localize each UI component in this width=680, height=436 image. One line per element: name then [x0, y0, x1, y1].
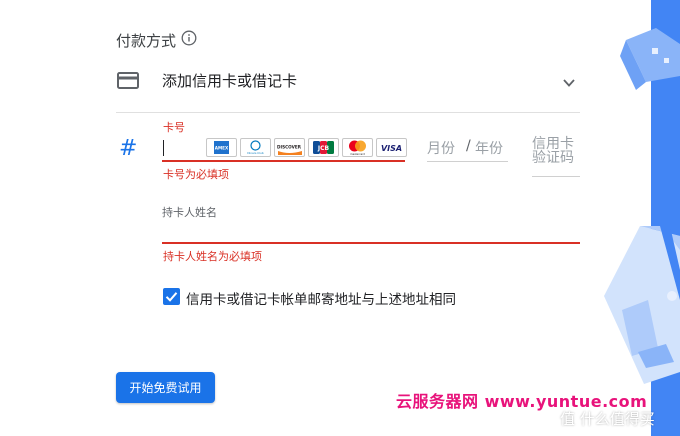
text-caret [163, 140, 164, 156]
cvc-input[interactable]: 信用卡验证码 [532, 137, 582, 165]
payment-method-title: 付款方式 [116, 32, 177, 50]
visa-text: VISA [381, 144, 402, 153]
amex-text: AMEX [215, 146, 229, 151]
brand-watermark: 值 什么值得买 [560, 410, 655, 428]
discover-logo: DISCOVER [274, 138, 305, 157]
card-logos: AMEX Diners Club DISCOVER JCB mastercard [206, 138, 407, 157]
card-number-error: 卡号为必填项 [163, 168, 229, 181]
credit-card-icon [117, 72, 139, 89]
info-icon[interactable] [181, 30, 197, 46]
expiry-underline [427, 161, 508, 162]
visa-logo: VISA [376, 138, 407, 157]
chevron-down-icon[interactable] [561, 74, 577, 87]
expiry-year-input[interactable]: 年份 [475, 138, 503, 158]
add-card-label[interactable]: 添加信用卡或借记卡 [162, 70, 297, 91]
hash-icon: # [119, 136, 138, 161]
card-number-label: 卡号 [163, 121, 185, 134]
jcb-logo: JCB [308, 138, 339, 157]
same-address-checkbox[interactable] [163, 288, 180, 305]
checkmark-icon [165, 292, 178, 302]
cardholder-name-label: 持卡人姓名 [162, 206, 217, 219]
cardholder-name-input[interactable] [162, 242, 580, 244]
start-free-trial-button[interactable]: 开始免费试用 [116, 372, 215, 403]
mastercard-logo: mastercard [342, 138, 373, 157]
same-address-label[interactable]: 信用卡或借记卡帐单邮寄地址与上述地址相同 [186, 288, 456, 308]
gift-box-illustration [604, 28, 680, 384]
amex-logo: AMEX [206, 138, 237, 157]
diners-club-logo: Diners Club [240, 138, 271, 157]
card-number-input[interactable] [162, 160, 405, 162]
diners-text: Diners Club [247, 151, 263, 155]
discover-text: DISCOVER [277, 145, 302, 150]
expiry-month-input[interactable]: 月份 [427, 138, 455, 158]
cardholder-name-error: 持卡人姓名为必填项 [163, 250, 262, 263]
mastercard-text: mastercard [350, 152, 365, 156]
jcb-text: JCB [317, 145, 330, 152]
cvc-underline [532, 176, 580, 177]
divider [116, 112, 580, 113]
expiry-separator: / [466, 138, 471, 154]
